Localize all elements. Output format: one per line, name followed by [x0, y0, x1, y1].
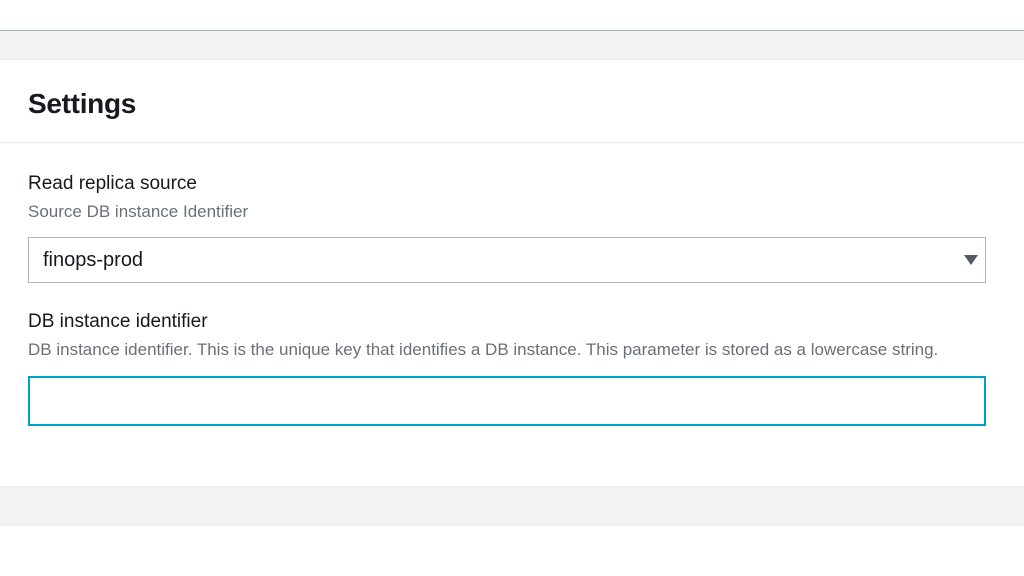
db-instance-identifier-label: DB instance identifier	[28, 309, 996, 336]
panel-body: Read replica source Source DB instance I…	[0, 143, 1024, 486]
db-instance-identifier-input-wrapper	[28, 376, 996, 426]
db-instance-identifier-input[interactable]	[28, 376, 986, 426]
settings-panel: Settings Read replica source Source DB i…	[0, 60, 1024, 486]
read-replica-source-label: Read replica source	[28, 171, 996, 198]
db-instance-identifier-description: DB instance identifier. This is the uniq…	[28, 338, 996, 362]
read-replica-source-description: Source DB instance Identifier	[28, 200, 996, 224]
read-replica-source-field: Read replica source Source DB instance I…	[28, 171, 996, 283]
db-instance-identifier-field: DB instance identifier DB instance ident…	[28, 309, 996, 425]
panel-header: Settings	[0, 60, 1024, 143]
top-spacer	[0, 0, 1024, 30]
read-replica-source-select[interactable]: finops-prod	[28, 237, 986, 283]
read-replica-source-select-wrapper: finops-prod	[28, 237, 996, 283]
section-divider	[0, 30, 1024, 60]
panel-title: Settings	[28, 88, 996, 120]
section-divider-bottom	[0, 486, 1024, 526]
